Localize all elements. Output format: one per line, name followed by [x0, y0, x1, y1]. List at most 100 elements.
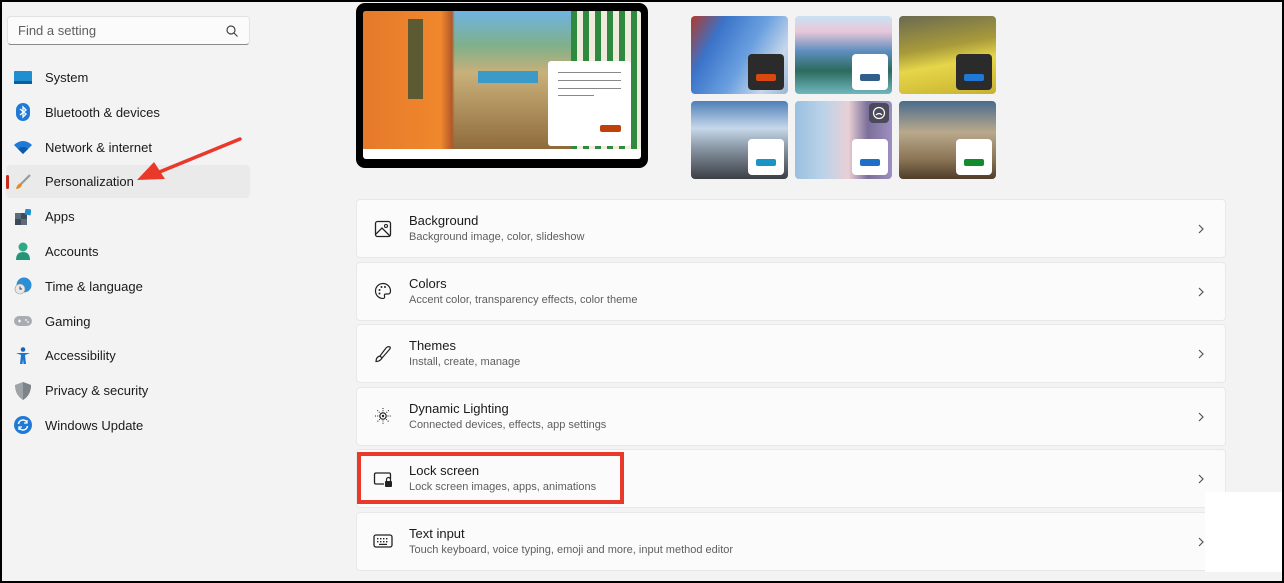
preview-line [558, 72, 621, 73]
apps-icon [14, 208, 32, 226]
system-icon [14, 69, 32, 87]
theme-tile[interactable] [691, 101, 788, 179]
sidebar-item-label: Apps [45, 209, 75, 225]
sidebar-item-accessibility[interactable]: Accessibility [6, 339, 250, 372]
gamepad-icon [14, 312, 32, 330]
card-text: Themes Install, create, manage [409, 338, 520, 369]
settings-window: System Bluetooth & devices Network & int… [2, 2, 1282, 581]
theme-accent-bar [964, 159, 984, 166]
theme-chip [852, 54, 888, 90]
card-title: Colors [409, 275, 447, 291]
card-title: Themes [409, 338, 456, 354]
theme-chip [956, 139, 992, 175]
preview-screen [363, 11, 641, 159]
card-subtitle: Touch keyboard, voice typing, emoji and … [409, 543, 734, 556]
search-icon[interactable] [225, 24, 239, 38]
preview-line [558, 95, 594, 96]
card-subtitle: Connected devices, effects, app settings [409, 418, 607, 431]
sidebar-item-label: Gaming [45, 313, 91, 329]
preview-dialog [548, 61, 631, 146]
search-box[interactable] [7, 16, 250, 45]
keyboard-icon [373, 531, 393, 551]
card-title: Lock screen [409, 463, 480, 479]
card-lock-screen[interactable]: Lock screen Lock screen images, apps, an… [356, 449, 1226, 509]
theme-accent-bar [860, 159, 880, 166]
theme-chip [748, 139, 784, 175]
personalization-cards: Background Background image, color, slid… [356, 199, 1226, 575]
theme-tile[interactable] [899, 101, 996, 179]
card-colors[interactable]: Colors Accent color, transparency effect… [356, 261, 1226, 321]
preview-line [558, 88, 621, 89]
theme-accent-bar [860, 74, 880, 81]
sidebar-item-privacy[interactable]: Privacy & security [6, 374, 250, 407]
card-title: Text input [409, 525, 465, 541]
wallpaper-detail [408, 19, 423, 99]
sidebar-item-label: Bluetooth & devices [45, 104, 160, 120]
card-dynamic-lighting[interactable]: Dynamic Lighting Connected devices, effe… [356, 386, 1226, 446]
theme-tile[interactable] [899, 16, 996, 94]
sidebar-item-label: Time & language [45, 278, 143, 294]
themes-grid [691, 16, 1001, 182]
card-subtitle: Accent color, transparency effects, colo… [409, 293, 638, 306]
sidebar-item-accounts[interactable]: Accounts [6, 235, 250, 268]
sidebar-nav: System Bluetooth & devices Network & int… [6, 61, 250, 444]
chevron-right-icon [1198, 412, 1204, 422]
wifi-icon [14, 138, 32, 156]
sidebar-item-personalization[interactable]: Personalization [6, 165, 250, 199]
sidebar-item-windows-update[interactable]: Windows Update [6, 409, 250, 442]
card-title: Dynamic Lighting [409, 400, 509, 416]
sidebar-item-time-language[interactable]: Time & language [6, 270, 250, 303]
brush-icon [14, 173, 32, 191]
card-subtitle: Lock screen images, apps, animations [409, 481, 597, 494]
account-icon [14, 242, 32, 261]
sidebar-item-label: Privacy & security [45, 383, 149, 399]
preview-line [558, 80, 621, 81]
theme-chip [748, 54, 784, 90]
preview-accent-button [600, 125, 621, 132]
sidebar-item-label: Personalization [45, 174, 134, 190]
theme-tile[interactable] [795, 101, 892, 179]
card-text: Dynamic Lighting Connected devices, effe… [409, 401, 606, 432]
update-icon [14, 416, 32, 435]
theme-accent-bar [756, 159, 776, 166]
search-input[interactable] [18, 23, 225, 38]
card-text: Background Background image, color, slid… [409, 213, 584, 244]
bluetooth-icon [14, 103, 32, 122]
theme-preview [356, 3, 648, 168]
theme-chip [956, 54, 992, 90]
lighting-icon [373, 406, 393, 426]
wallpaper-detail [478, 71, 538, 83]
theme-chip [852, 139, 888, 175]
card-text: Text input Touch keyboard, voice typing,… [409, 526, 733, 557]
chevron-right-icon [1198, 474, 1204, 484]
sidebar-item-gaming[interactable]: Gaming [6, 305, 250, 338]
sidebar-item-system[interactable]: System [6, 61, 250, 94]
theme-tile[interactable] [795, 16, 892, 94]
card-subtitle: Background image, color, slideshow [409, 231, 585, 243]
card-subtitle: Install, create, manage [409, 356, 521, 369]
overlay-patch [1205, 492, 1282, 572]
globe-clock-icon [14, 277, 32, 295]
palette-icon [373, 281, 393, 301]
card-background[interactable]: Background Background image, color, slid… [356, 199, 1226, 258]
theme-accent-bar [756, 74, 776, 81]
card-themes[interactable]: Themes Install, create, manage [356, 324, 1226, 384]
card-title: Background [409, 213, 479, 228]
card-text: Colors Accent color, transparency effect… [409, 276, 637, 307]
sidebar-item-label: Network & internet [45, 139, 152, 155]
theme-tile[interactable] [691, 16, 788, 94]
card-text: Lock screen Lock screen images, apps, an… [409, 463, 596, 494]
sidebar-item-network[interactable]: Network & internet [6, 131, 250, 164]
image-icon [373, 219, 393, 239]
card-text-input[interactable]: Text input Touch keyboard, voice typing,… [356, 511, 1226, 571]
sidebar-item-bluetooth[interactable]: Bluetooth & devices [6, 96, 250, 129]
accessibility-icon [14, 347, 32, 365]
shield-icon [14, 381, 32, 400]
theme-accent-bar [964, 74, 984, 81]
sidebar-item-label: Accessibility [45, 348, 116, 364]
chevron-right-icon [1198, 224, 1204, 234]
sidebar-item-label: Windows Update [45, 417, 144, 433]
sidebar-item-apps[interactable]: Apps [6, 200, 250, 233]
chevron-right-icon [1198, 287, 1204, 297]
theme-badge-icon [869, 103, 889, 123]
